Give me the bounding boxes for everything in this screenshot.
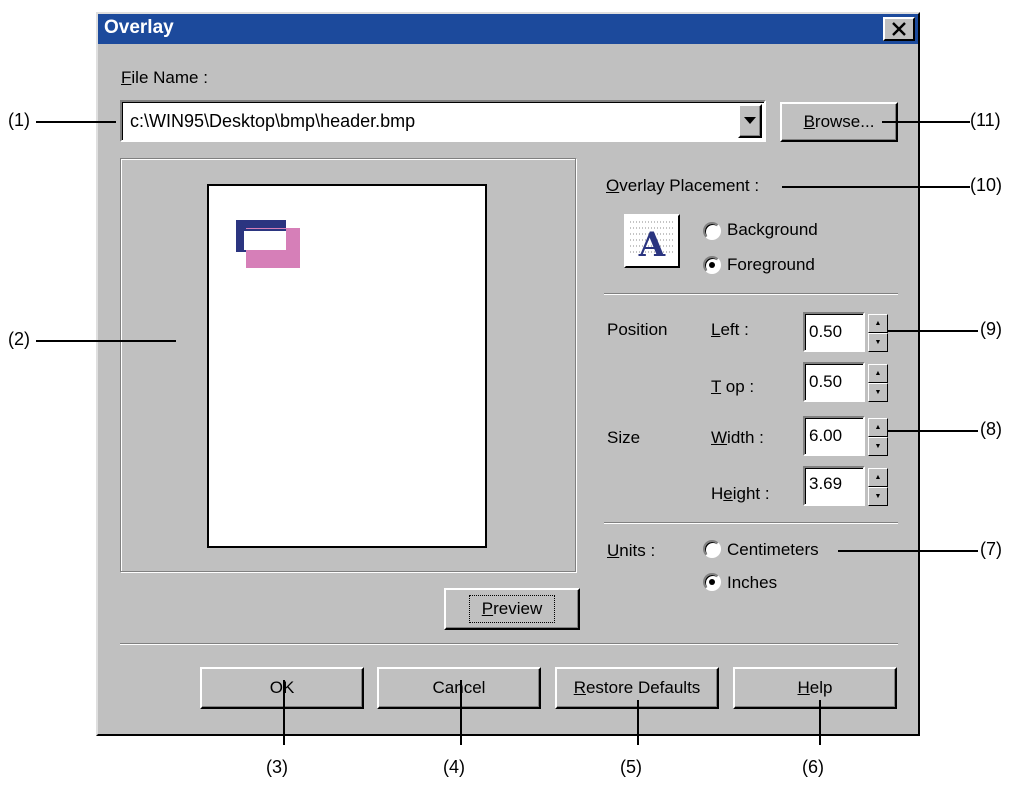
callout-label-2: (2)	[8, 329, 30, 349]
help-button[interactable]: Help	[733, 667, 897, 709]
file-name-value: c:\WIN95\Desktop\bmp\header.bmp	[130, 111, 416, 131]
callout-label-10: (10)	[970, 175, 1003, 195]
spin-down-icon[interactable]: ▼	[868, 437, 888, 456]
callout-label-7: (7)	[980, 539, 1002, 559]
background-radio[interactable]	[703, 222, 721, 240]
placement-icon: A	[624, 214, 680, 268]
height-spinner[interactable]: ▲ ▼	[868, 468, 888, 506]
callout-line-3	[283, 680, 285, 745]
size-label: Size	[607, 428, 641, 447]
callout-line-10	[782, 186, 970, 188]
foreground-radio-label: Foreground	[727, 255, 815, 274]
callout-line-6	[819, 700, 821, 745]
browse-button[interactable]: Browse...	[780, 102, 898, 142]
width-input[interactable]: 6.00	[803, 416, 865, 456]
inches-radio[interactable]	[703, 573, 721, 591]
height-label: Height :	[711, 484, 770, 503]
top-spinner[interactable]: ▲ ▼	[868, 364, 888, 402]
chevron-down-icon	[744, 117, 756, 124]
spin-up-icon[interactable]: ▲	[868, 418, 888, 437]
position-label: Position	[607, 320, 668, 339]
overlay-placement-label: Overlay Placement :	[606, 176, 760, 195]
cancel-button[interactable]: Cancel	[377, 667, 541, 709]
top-input[interactable]: 0.50	[803, 362, 865, 402]
preview-button[interactable]: Preview	[444, 588, 580, 630]
callout-line-7	[838, 550, 978, 552]
callout-line-2	[36, 340, 176, 342]
units-label: Units :	[607, 541, 656, 560]
callout-label-6: (6)	[802, 757, 824, 777]
inches-radio-label: Inches	[727, 573, 778, 592]
centimeters-radio[interactable]	[703, 540, 721, 558]
top-label: T op :	[711, 377, 755, 396]
text-a-icon: A	[630, 221, 674, 265]
background-radio-label: Background	[727, 220, 818, 239]
window-title: Overlay	[104, 17, 174, 38]
callout-line-4	[460, 680, 462, 745]
separator	[604, 522, 898, 524]
file-name-label: File Name :	[121, 68, 208, 87]
callout-line-9	[888, 330, 978, 332]
callout-label-3: (3)	[266, 757, 288, 777]
callout-label-8: (8)	[980, 419, 1002, 439]
separator	[604, 293, 898, 295]
spin-up-icon[interactable]: ▲	[868, 468, 888, 487]
file-name-combobox[interactable]: c:\WIN95\Desktop\bmp\header.bmp	[120, 100, 766, 142]
callout-label-5: (5)	[620, 757, 642, 777]
title-bar[interactable]	[98, 14, 918, 44]
centimeters-radio-label: Centimeters	[727, 540, 819, 559]
separator	[120, 643, 898, 645]
svg-text:A: A	[638, 225, 666, 265]
close-icon	[892, 22, 906, 36]
callout-line-5	[637, 700, 639, 745]
callout-line-1	[36, 121, 116, 123]
overlay-image-gap	[244, 229, 286, 250]
height-input[interactable]: 3.69	[803, 466, 865, 506]
file-dropdown-button[interactable]	[738, 104, 762, 138]
callout-label-4: (4)	[443, 757, 465, 777]
width-spinner[interactable]: ▲ ▼	[868, 418, 888, 456]
left-input[interactable]: 0.50	[803, 312, 865, 352]
spin-down-icon[interactable]: ▼	[868, 487, 888, 506]
width-label: Width :	[711, 428, 764, 447]
spin-down-icon[interactable]: ▼	[868, 383, 888, 402]
spin-down-icon[interactable]: ▼	[868, 333, 888, 352]
close-button[interactable]	[883, 17, 915, 41]
callout-label-1: (1)	[8, 110, 30, 130]
left-spinner[interactable]: ▲ ▼	[868, 314, 888, 352]
ok-button[interactable]: OK	[200, 667, 364, 709]
callout-label-11: (11)	[970, 110, 1001, 130]
spin-up-icon[interactable]: ▲	[868, 314, 888, 333]
callout-label-9: (9)	[980, 319, 1002, 339]
left-label: Left :	[711, 320, 749, 339]
callout-line-11	[882, 121, 970, 123]
callout-line-8	[888, 430, 978, 432]
spin-up-icon[interactable]: ▲	[868, 364, 888, 383]
foreground-radio[interactable]	[703, 256, 721, 274]
